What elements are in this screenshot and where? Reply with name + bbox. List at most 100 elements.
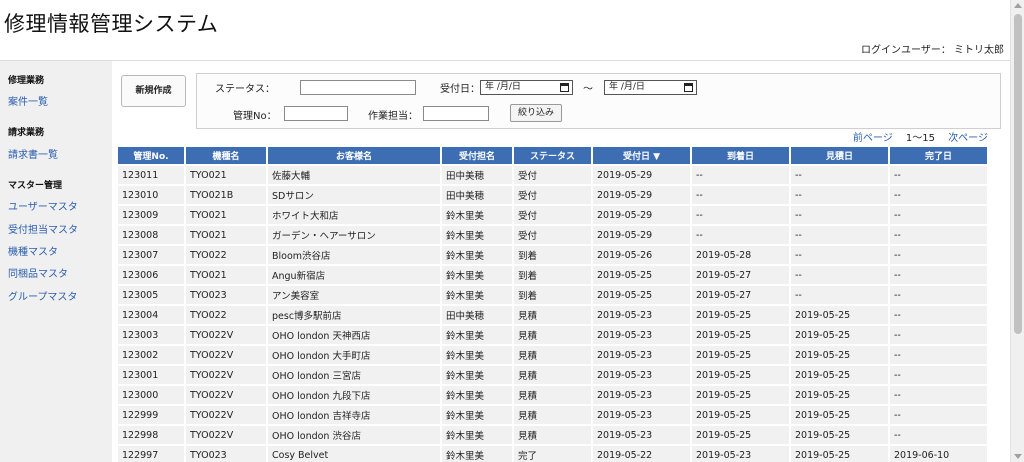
table-row[interactable]: 123001 TYO022V OHO london 三宮店 鈴木里美 見積 2019-05… — [118, 366, 987, 384]
col-header-receiver[interactable]: 受付担名 — [442, 147, 512, 164]
table-row[interactable]: 123002 TYO022V OHO london 大手町店 鈴木里美 見積 2019-0… — [118, 346, 987, 364]
cell-mgmt-no: 123000 — [118, 386, 184, 404]
table-row[interactable]: 122999 TYO022V OHO london 吉祥寺店 鈴木里美 見積 2019-0… — [118, 406, 987, 424]
cell-receiver: 鈴木里美 — [442, 246, 512, 264]
cell-received-date: 2019-05-23 — [593, 406, 690, 424]
scroll-up-arrow-icon[interactable] — [1014, 3, 1022, 8]
sidebar-item-invoice-list[interactable]: 請求書一覧 — [8, 146, 58, 161]
cell-received-date: 2019-05-29 — [593, 206, 690, 224]
cell-receiver: 鈴木里美 — [442, 326, 512, 344]
table-row[interactable]: 123011 TYO021 佐藤大輔 田中美穂 受付 2019-05-29 -- -- -- — [118, 166, 987, 184]
cell-model: TYO022V — [186, 346, 266, 364]
calendar-icon[interactable] — [684, 83, 693, 92]
table-row[interactable]: 123006 TYO021 Angu新宿店 鈴木里美 到着 2019-05-25 2019-… — [118, 266, 987, 284]
cell-model: TYO022V — [186, 426, 266, 444]
cell-received-date: 2019-05-23 — [593, 326, 690, 344]
cell-received-date: 2019-05-23 — [593, 386, 690, 404]
sidebar-item-reception-master[interactable]: 受付担当マスタ — [8, 221, 78, 236]
sidebar-item-case-list[interactable]: 案件一覧 — [8, 93, 48, 108]
app-title: 修理情報管理システム — [4, 12, 219, 36]
col-header-customer[interactable]: お客様名 — [268, 147, 440, 164]
table-header-row: 管理No. 機種名 お客様名 受付担名 ステータス 受付日 ▼ 到着日 見積日 … — [118, 147, 987, 164]
cell-mgmt-no: 122997 — [118, 446, 184, 462]
cell-received-date: 2019-05-29 — [593, 186, 690, 204]
table-row[interactable]: 122998 TYO022V OHO london 渋谷店 鈴木里美 見積 2019-05… — [118, 426, 987, 444]
cell-arrival-date: 2019-05-25 — [692, 406, 789, 424]
table-row[interactable]: 123008 TYO021 ガーデン・ヘアーサロン 鈴木里美 受付 2019-05-29-… — [118, 226, 987, 244]
status-input[interactable] — [300, 80, 416, 95]
table-row[interactable]: 122997 TYO023 Cosy Belvet 鈴木里美 完了 2019-05-22 2… — [118, 446, 987, 462]
cell-estimate-date: 2019-05-25 — [791, 446, 888, 462]
cell-customer: pesc博多駅前店 — [268, 306, 440, 324]
calendar-icon[interactable] — [560, 83, 569, 92]
date-to-input[interactable]: 年 /月/日 — [604, 80, 697, 95]
sidebar-item-group-master[interactable]: グループマスタ — [8, 288, 77, 303]
cell-arrival-date: 2019-05-27 — [692, 266, 789, 284]
cell-estimate-date: -- — [791, 186, 888, 204]
cell-estimate-date: -- — [791, 246, 888, 264]
cell-received-date: 2019-05-25 — [593, 266, 690, 284]
date-to-value: 年 /月/日 — [609, 82, 645, 92]
cell-arrival-date: 2019-05-25 — [692, 306, 789, 324]
table-row[interactable]: 123010 TYO021B SDサロン 田中美穂 受付 2019-05-29 -- -- -- — [118, 186, 987, 204]
mgmt-no-input[interactable] — [284, 106, 348, 121]
col-header-status[interactable]: ステータス — [514, 147, 591, 164]
page-header: 修理情報管理システム ログインユーザー： ミトリ太郎 — [0, 0, 1010, 60]
date-from-value: 年 /月/日 — [485, 82, 521, 92]
cell-estimate-date: -- — [791, 266, 888, 284]
cell-complete-date: -- — [890, 326, 987, 344]
cell-arrival-date: -- — [692, 166, 789, 184]
table-row[interactable]: 123004 TYO022 pesc博多駅前店 田中美穂 見積 2019-05-23 201… — [118, 306, 987, 324]
cell-complete-date: -- — [890, 366, 987, 384]
cell-mgmt-no: 123006 — [118, 266, 184, 284]
sidebar-item-user-master[interactable]: ユーザーマスタ — [8, 198, 78, 213]
cell-arrival-date: -- — [692, 186, 789, 204]
cell-mgmt-no: 123011 — [118, 166, 184, 184]
cell-status: 見積 — [514, 406, 591, 424]
cell-estimate-date: 2019-05-25 — [791, 406, 888, 424]
col-header-arrival-date[interactable]: 到着日 — [692, 147, 789, 164]
cell-received-date: 2019-05-29 — [593, 226, 690, 244]
cell-receiver: 鈴木里美 — [442, 406, 512, 424]
col-header-model[interactable]: 機種名 — [186, 147, 266, 164]
cell-customer: OHO london 吉祥寺店 — [268, 406, 440, 424]
app-window: 修理情報管理システム ログインユーザー： ミトリ太郎 修理業務 案件一覧 請求業… — [0, 0, 1024, 462]
sidebar-item-model-master[interactable]: 機種マスタ — [8, 243, 58, 258]
cell-received-date: 2019-05-23 — [593, 306, 690, 324]
vertical-scrollbar[interactable] — [1010, 0, 1024, 462]
next-page-link[interactable]: 次ページ — [948, 133, 988, 144]
cell-status: 到着 — [514, 266, 591, 284]
col-header-estimate-date[interactable]: 見積日 — [791, 147, 888, 164]
cell-arrival-date: 2019-05-25 — [692, 326, 789, 344]
col-header-received-date[interactable]: 受付日 ▼ — [593, 147, 690, 164]
new-button[interactable]: 新規作成 — [121, 75, 186, 107]
col-header-complete-date[interactable]: 完了日 — [890, 147, 987, 164]
cell-customer: OHO london 天神西店 — [268, 326, 440, 344]
cell-receiver: 鈴木里美 — [442, 346, 512, 364]
cell-customer: OHO london 渋谷店 — [268, 426, 440, 444]
sidebar-heading-repair: 修理業務 — [8, 76, 45, 86]
cell-received-date: 2019-05-26 — [593, 246, 690, 264]
filter-button[interactable]: 絞り込み — [510, 104, 562, 122]
table-row[interactable]: 123007 TYO022 Bloom渋谷店 鈴木里美 到着 2019-05-26 2019… — [118, 246, 987, 264]
sidebar-item-accessory-master[interactable]: 同梱品マスタ — [8, 265, 68, 280]
cell-complete-date: -- — [890, 406, 987, 424]
cell-received-date: 2019-05-23 — [593, 346, 690, 364]
scroll-down-arrow-icon[interactable] — [1014, 454, 1022, 459]
table-row[interactable]: 123000 TYO022V OHO london 九段下店 鈴木里美 見積 2019-0… — [118, 386, 987, 404]
cell-arrival-date: 2019-05-25 — [692, 346, 789, 364]
cell-status: 到着 — [514, 286, 591, 304]
date-from-input[interactable]: 年 /月/日 — [480, 80, 573, 95]
cell-arrival-date: 2019-05-27 — [692, 286, 789, 304]
prev-page-link[interactable]: 前ページ — [853, 133, 893, 144]
scroll-thumb[interactable] — [1014, 14, 1022, 334]
col-header-mgmt-no[interactable]: 管理No. — [118, 147, 184, 164]
table-row[interactable]: 123009 TYO021 ホワイト大和店 鈴木里美 受付 2019-05-29 -- -- -… — [118, 206, 987, 224]
cell-arrival-date: 2019-05-25 — [692, 426, 789, 444]
cell-customer: SDサロン — [268, 186, 440, 204]
table-row[interactable]: 123005 TYO023 アン美容室 鈴木里美 到着 2019-05-25 2019-05… — [118, 286, 987, 304]
cell-complete-date: -- — [890, 266, 987, 284]
cell-complete-date: -- — [890, 386, 987, 404]
worker-input[interactable] — [423, 106, 489, 121]
table-row[interactable]: 123003 TYO022V OHO london 天神西店 鈴木里美 見積 2019-0… — [118, 326, 987, 344]
